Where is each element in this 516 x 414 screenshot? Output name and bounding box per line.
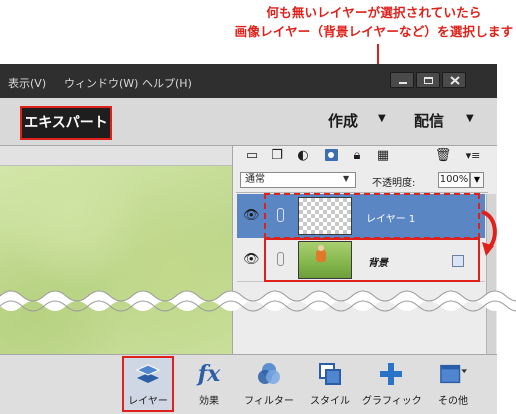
lock-all-icon[interactable]: 🔒︎: [348, 146, 366, 164]
close-button[interactable]: [442, 72, 466, 88]
graphics-button[interactable]: グラフィック: [362, 360, 422, 407]
menu-window[interactable]: ウィンドウ(W): [64, 75, 138, 91]
filters-button-label: フィルター: [244, 396, 294, 407]
style-icon: [316, 360, 344, 388]
minimize-button[interactable]: [390, 72, 414, 88]
close-icon: [450, 76, 460, 85]
layers-icon: [134, 360, 162, 388]
styles-button-label: スタイル: [310, 396, 350, 407]
lock-transparency-icon[interactable]: ▦: [374, 146, 392, 164]
opacity-label: 不透明度:: [372, 178, 416, 189]
share-dropdown-icon[interactable]: ▼: [466, 113, 474, 124]
graphics-icon: [377, 360, 405, 388]
create-button[interactable]: 作成: [328, 110, 358, 131]
more-button[interactable]: その他: [424, 360, 482, 407]
panel-menu-icon[interactable]: ▾≡: [464, 146, 482, 164]
menu-help[interactable]: ヘルプ(H): [142, 75, 192, 91]
graphics-button-label: グラフィック: [362, 396, 422, 407]
filters-button[interactable]: フィルター: [240, 360, 298, 407]
canvas-tab-strip: [0, 146, 232, 166]
maximize-button[interactable]: [416, 72, 440, 88]
blend-mode-select[interactable]: 通常: [240, 172, 356, 188]
new-layer-icon[interactable]: ▭: [243, 146, 261, 164]
visibility-eye-icon[interactable]: 👁︎: [243, 252, 260, 267]
delete-layer-icon[interactable]: 🗑︎: [434, 146, 452, 164]
new-group-icon[interactable]: ❐: [268, 146, 286, 164]
visibility-eye-icon[interactable]: 👁︎: [243, 208, 260, 223]
layers-button[interactable]: レイヤー: [119, 360, 177, 407]
more-icon: [439, 360, 467, 388]
blend-mode-caret-icon: ▼: [343, 174, 350, 183]
more-button-label: その他: [438, 396, 468, 407]
fx-icon: fx: [197, 361, 221, 387]
opacity-field[interactable]: 100%: [438, 172, 470, 188]
styles-button[interactable]: スタイル: [301, 360, 359, 407]
layers-button-label: レイヤー: [128, 396, 168, 407]
annotation-line-2: 画像レイヤー（背景レイヤーなど）を選択します: [234, 24, 514, 39]
annotation-curved-arrow-icon: [481, 210, 497, 256]
menu-view[interactable]: 表示(V): [8, 75, 46, 91]
torn-edge-divider: [0, 290, 516, 312]
opacity-dropdown-icon[interactable]: ▼: [470, 172, 484, 188]
minimize-icon: [399, 82, 407, 84]
image-canvas[interactable]: [0, 146, 232, 354]
annotation-highlight-image-layer: [264, 238, 480, 282]
maximize-icon: [424, 77, 433, 84]
effects-button[interactable]: fx 効果: [180, 360, 238, 407]
effects-button-label: 効果: [199, 396, 219, 407]
annotation-highlight-empty-layer: [264, 193, 480, 239]
annotation-line-1: 何も無いレイヤーが選択されていたら: [266, 5, 482, 20]
create-dropdown-icon[interactable]: ▼: [378, 113, 386, 124]
layer-mask-icon[interactable]: [322, 146, 340, 164]
expert-mode-tab[interactable]: エキスパート: [20, 106, 112, 140]
filter-icon: [255, 360, 283, 388]
share-button[interactable]: 配信: [414, 110, 444, 131]
adjustment-layer-icon[interactable]: ◐: [294, 146, 312, 164]
